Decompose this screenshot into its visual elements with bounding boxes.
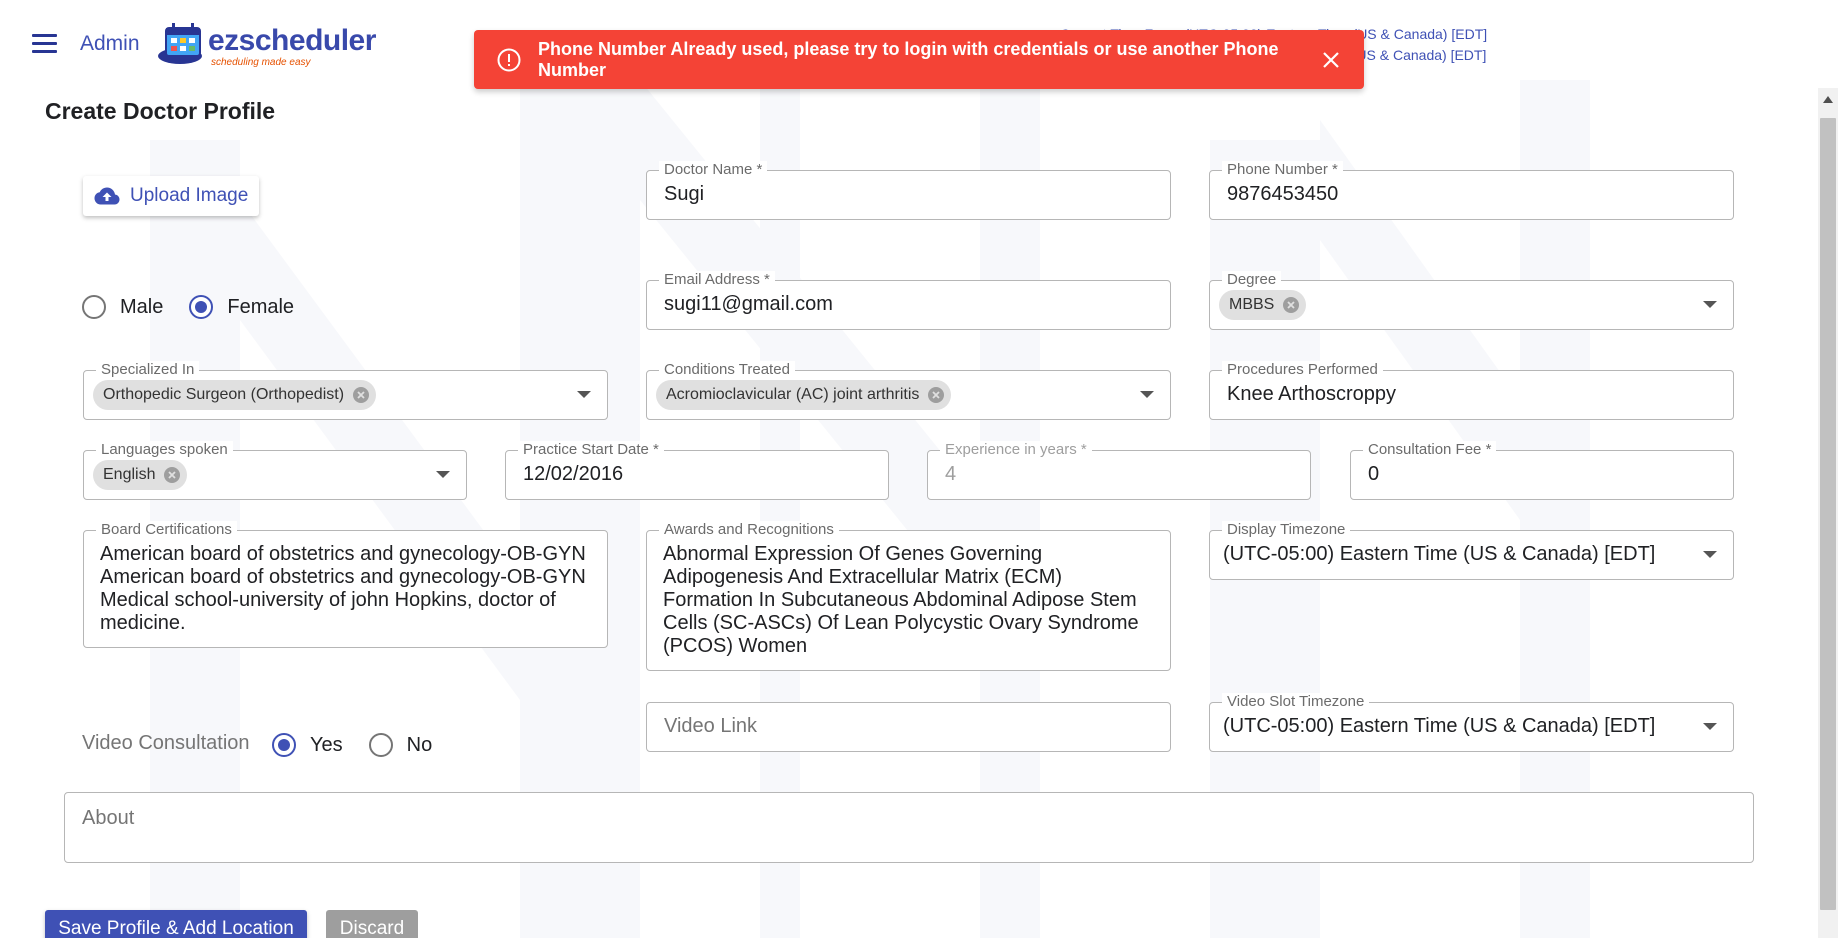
close-icon[interactable] <box>1320 49 1342 71</box>
app-logo[interactable]: ezscheduler scheduling made easy <box>158 18 376 68</box>
consultation-fee-value: 0 <box>1368 463 1380 485</box>
chevron-down-icon[interactable] <box>1140 391 1154 398</box>
gender-male-radio[interactable]: Male <box>82 295 163 319</box>
scroll-up-arrow-icon[interactable] <box>1823 96 1833 103</box>
display-timezone-select[interactable]: Display Timezone (UTC-05:00) Eastern Tim… <box>1209 521 1734 580</box>
phone-number-label: Phone Number * <box>1222 161 1343 179</box>
display-timezone-label: Display Timezone <box>1222 521 1351 539</box>
chip-remove-icon[interactable] <box>1282 296 1300 314</box>
degree-chip-label: MBBS <box>1229 296 1275 313</box>
doctor-name-label: Doctor Name * <box>659 161 768 179</box>
video-slot-timezone-select[interactable]: Video Slot Timezone (UTC-05:00) Eastern … <box>1209 693 1734 752</box>
upload-image-label: Upload Image <box>130 185 249 206</box>
error-icon <box>497 48 521 71</box>
specialized-in-label: Specialized In <box>96 361 200 379</box>
conditions-treated-label: Conditions Treated <box>659 361 795 379</box>
radio-unchecked-icon <box>368 733 393 757</box>
page: Admin ezscheduler scheduling made easy C… <box>0 0 1838 938</box>
video-consultation-no-radio[interactable]: No <box>368 733 433 757</box>
admin-label: Admin <box>80 32 140 55</box>
phone-number-field[interactable]: Phone Number * 9876453450 <box>1209 161 1734 220</box>
video-slot-timezone-label: Video Slot Timezone <box>1222 693 1370 711</box>
discard-button[interactable]: Discard <box>326 910 418 938</box>
scroll-thumb[interactable] <box>1820 118 1836 910</box>
display-timezone-value: (UTC-05:00) Eastern Time (US & Canada) [… <box>1223 543 1656 565</box>
chevron-down-icon[interactable] <box>1703 551 1717 558</box>
page-title: Create Doctor Profile <box>45 98 276 124</box>
video-link-placeholder: Video Link <box>664 715 758 737</box>
chip-remove-icon[interactable] <box>927 386 945 404</box>
degree-label: Degree <box>1222 271 1282 289</box>
awards-label: Awards and Recognitions <box>659 521 839 539</box>
logo-tagline: scheduling made easy <box>211 57 311 68</box>
about-placeholder: About <box>82 807 135 829</box>
alert-message: Phone Number Already used, please try to… <box>538 38 1279 80</box>
board-certifications-value: American board of obstetrics and gynecol… <box>100 543 586 634</box>
languages-spoken-chip-label: English <box>103 466 156 483</box>
procedures-performed-field[interactable]: Procedures Performed Knee Arthoscroppy <box>1209 361 1734 420</box>
doctor-name-field[interactable]: Doctor Name * Sugi <box>646 161 1171 220</box>
video-link-field[interactable]: Video Link <box>646 702 1171 752</box>
awards-field[interactable]: Awards and Recognitions Abnormal Express… <box>646 521 1171 671</box>
conditions-treated-chip-label: Acromioclavicular (AC) joint arthritis <box>666 386 920 403</box>
chevron-down-icon[interactable] <box>1703 723 1717 730</box>
specialized-in-chip: Orthopedic Surgeon (Orthopedist) <box>93 380 377 410</box>
experience-years-value: 4 <box>945 463 957 485</box>
board-certifications-field[interactable]: Board Certifications American board of o… <box>83 521 608 648</box>
conditions-treated-chip: Acromioclavicular (AC) joint arthritis <box>656 380 952 410</box>
conditions-treated-select[interactable]: Conditions Treated Acromioclavicular (AC… <box>646 361 1171 420</box>
degree-select[interactable]: Degree MBBS <box>1209 271 1734 330</box>
specialized-in-chip-label: Orthopedic Surgeon (Orthopedist) <box>103 386 345 403</box>
error-alert: Phone Number Already used, please try to… <box>474 30 1364 89</box>
logo-text: ezscheduler <box>208 24 376 57</box>
languages-spoken-label: Languages spoken <box>96 441 233 459</box>
languages-spoken-select[interactable]: Languages spoken English <box>83 441 467 500</box>
experience-years-field: Experience in years * 4 <box>927 441 1311 500</box>
experience-years-label: Experience in years * <box>940 441 1092 459</box>
cloud-upload-icon <box>94 187 120 205</box>
procedures-performed-label: Procedures Performed <box>1222 361 1383 379</box>
board-certifications-label: Board Certifications <box>96 521 237 539</box>
radio-unchecked-icon <box>82 295 106 319</box>
email-field[interactable]: Email Address * sugi11@gmail.com <box>646 271 1171 330</box>
consultation-fee-label: Consultation Fee * <box>1363 441 1497 459</box>
gender-male-label: Male <box>120 295 164 318</box>
about-field[interactable]: About <box>64 792 1754 863</box>
chevron-down-icon[interactable] <box>436 471 450 478</box>
video-consultation-no-label: No <box>406 733 433 756</box>
chip-remove-icon[interactable] <box>352 386 370 404</box>
save-profile-button[interactable]: Save Profile & Add Location <box>45 910 307 938</box>
practice-start-date-value: 12/02/2016 <box>523 463 624 485</box>
chevron-down-icon[interactable] <box>577 391 591 398</box>
consultation-fee-field[interactable]: Consultation Fee * 0 <box>1350 441 1734 500</box>
awards-value: Abnormal Expression Of Genes Governing A… <box>663 543 1139 657</box>
gender-female-label: Female <box>227 295 295 318</box>
chip-remove-icon[interactable] <box>163 466 181 484</box>
upload-image-button[interactable]: Upload Image <box>83 176 259 216</box>
video-consultation-radio-group: Yes No <box>272 733 452 757</box>
languages-spoken-chip: English <box>93 460 188 490</box>
procedures-performed-value: Knee Arthoscroppy <box>1227 383 1396 405</box>
specialized-in-select[interactable]: Specialized In Orthopedic Surgeon (Ortho… <box>83 361 608 420</box>
practice-start-date-label: Practice Start Date * <box>518 441 664 459</box>
gender-radio-group: Male Female <box>82 295 314 319</box>
doctor-name-value: Sugi <box>664 183 705 205</box>
radio-checked-icon <box>189 295 214 319</box>
radio-checked-icon <box>272 733 296 757</box>
video-consultation-yes-radio[interactable]: Yes <box>272 733 343 757</box>
email-value: sugi11@gmail.com <box>664 293 833 315</box>
email-label: Email Address * <box>659 271 775 289</box>
chevron-down-icon[interactable] <box>1703 301 1717 308</box>
gender-female-radio[interactable]: Female <box>189 295 294 319</box>
scrollbar[interactable] <box>1818 88 1838 938</box>
video-consultation-yes-label: Yes <box>310 733 343 756</box>
degree-chip: MBBS <box>1219 290 1307 320</box>
video-consultation-label: Video Consultation <box>82 732 250 754</box>
video-slot-timezone-value: (UTC-05:00) Eastern Time (US & Canada) [… <box>1223 715 1656 737</box>
phone-number-value: 9876453450 <box>1227 183 1339 205</box>
menu-icon[interactable] <box>32 34 57 54</box>
practice-start-date-field[interactable]: Practice Start Date * 12/02/2016 <box>505 441 889 500</box>
